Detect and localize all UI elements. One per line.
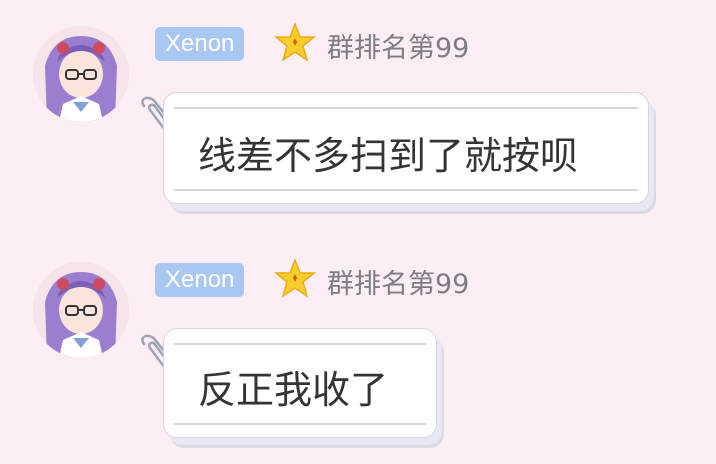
message-bubble[interactable]: 反正我收了 bbox=[163, 328, 437, 438]
sender-name-tag[interactable]: Xenon bbox=[155, 27, 245, 61]
message-text: 反正我收了 bbox=[198, 368, 389, 412]
rank-label: 群排名第99 bbox=[327, 269, 470, 300]
bubble-top-rule bbox=[174, 343, 426, 345]
message-text: 线差不多扫到了就按呗 bbox=[198, 134, 579, 178]
rank-label: 群排名第99 bbox=[327, 33, 470, 64]
star-icon bbox=[274, 258, 316, 298]
message-bubble[interactable]: 线差不多扫到了就按呗 bbox=[163, 92, 649, 204]
chat-message: Xenon 群排名第99 线差不多扫到了就按呗 bbox=[0, 0, 716, 230]
avatar[interactable] bbox=[33, 26, 129, 122]
avatar[interactable] bbox=[33, 262, 129, 358]
bubble-bottom-rule bbox=[174, 423, 426, 425]
sender-name-tag[interactable]: Xenon bbox=[155, 263, 245, 297]
bubble-bottom-rule bbox=[174, 189, 638, 191]
star-icon bbox=[274, 22, 316, 62]
bubble-top-rule bbox=[174, 107, 638, 109]
chat-message: Xenon 群排名第99 反正我收了 bbox=[0, 236, 716, 464]
